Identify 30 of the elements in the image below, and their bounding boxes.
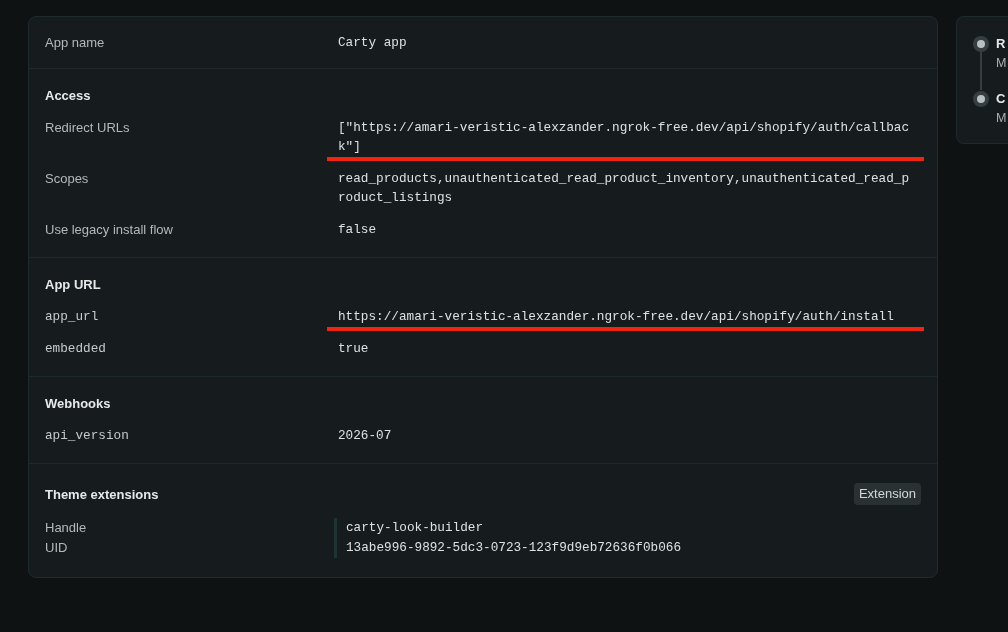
field-label: Use legacy install flow bbox=[45, 221, 173, 239]
field-value: https://amari-veristic-alexzander.ngrok-free.dev/api/shopify/auth/install bbox=[338, 308, 894, 326]
field-value: carty-look-builder bbox=[346, 519, 484, 537]
field-value: false bbox=[338, 221, 377, 239]
field-value: 2026-07 bbox=[338, 427, 392, 445]
timeline-line bbox=[980, 52, 982, 90]
field-value: ["https://amari-veristic-alexzander.ngrok-free.dev/api/shopify/auth/callback"] bbox=[338, 119, 911, 156]
section-heading: Access bbox=[45, 87, 92, 105]
field-label: app_url bbox=[45, 308, 99, 326]
section-heading: App URL bbox=[45, 276, 102, 294]
field-label: Redirect URLs bbox=[45, 119, 130, 137]
extension-badge: Extension bbox=[853, 483, 921, 505]
field-label: UID bbox=[45, 539, 68, 557]
section-heading: Theme extensions bbox=[45, 485, 159, 504]
field-label: embedded bbox=[45, 340, 106, 358]
step-dot-icon bbox=[973, 91, 989, 107]
field-label: App name bbox=[45, 34, 105, 52]
field-label: api_version bbox=[45, 427, 129, 445]
step-title: R bbox=[996, 35, 1006, 53]
section-heading: Webhooks bbox=[45, 395, 112, 413]
field-value: true bbox=[338, 340, 369, 358]
field-label: Scopes bbox=[45, 170, 89, 188]
step-title: C bbox=[996, 90, 1006, 108]
field-value: 13abe996-9892-5dc3-0723-123f9d9eb72636f0b066 bbox=[346, 539, 681, 557]
field-value: read_products,unauthenticated_read_product_inventory,unauthenticated_read_product_listings bbox=[338, 170, 911, 207]
field-value: Carty app bbox=[338, 34, 407, 52]
step-dot-icon bbox=[973, 36, 989, 52]
step-subtitle: M bbox=[996, 55, 1007, 72]
step-subtitle: M bbox=[996, 110, 1007, 127]
field-label: Handle bbox=[45, 519, 87, 537]
